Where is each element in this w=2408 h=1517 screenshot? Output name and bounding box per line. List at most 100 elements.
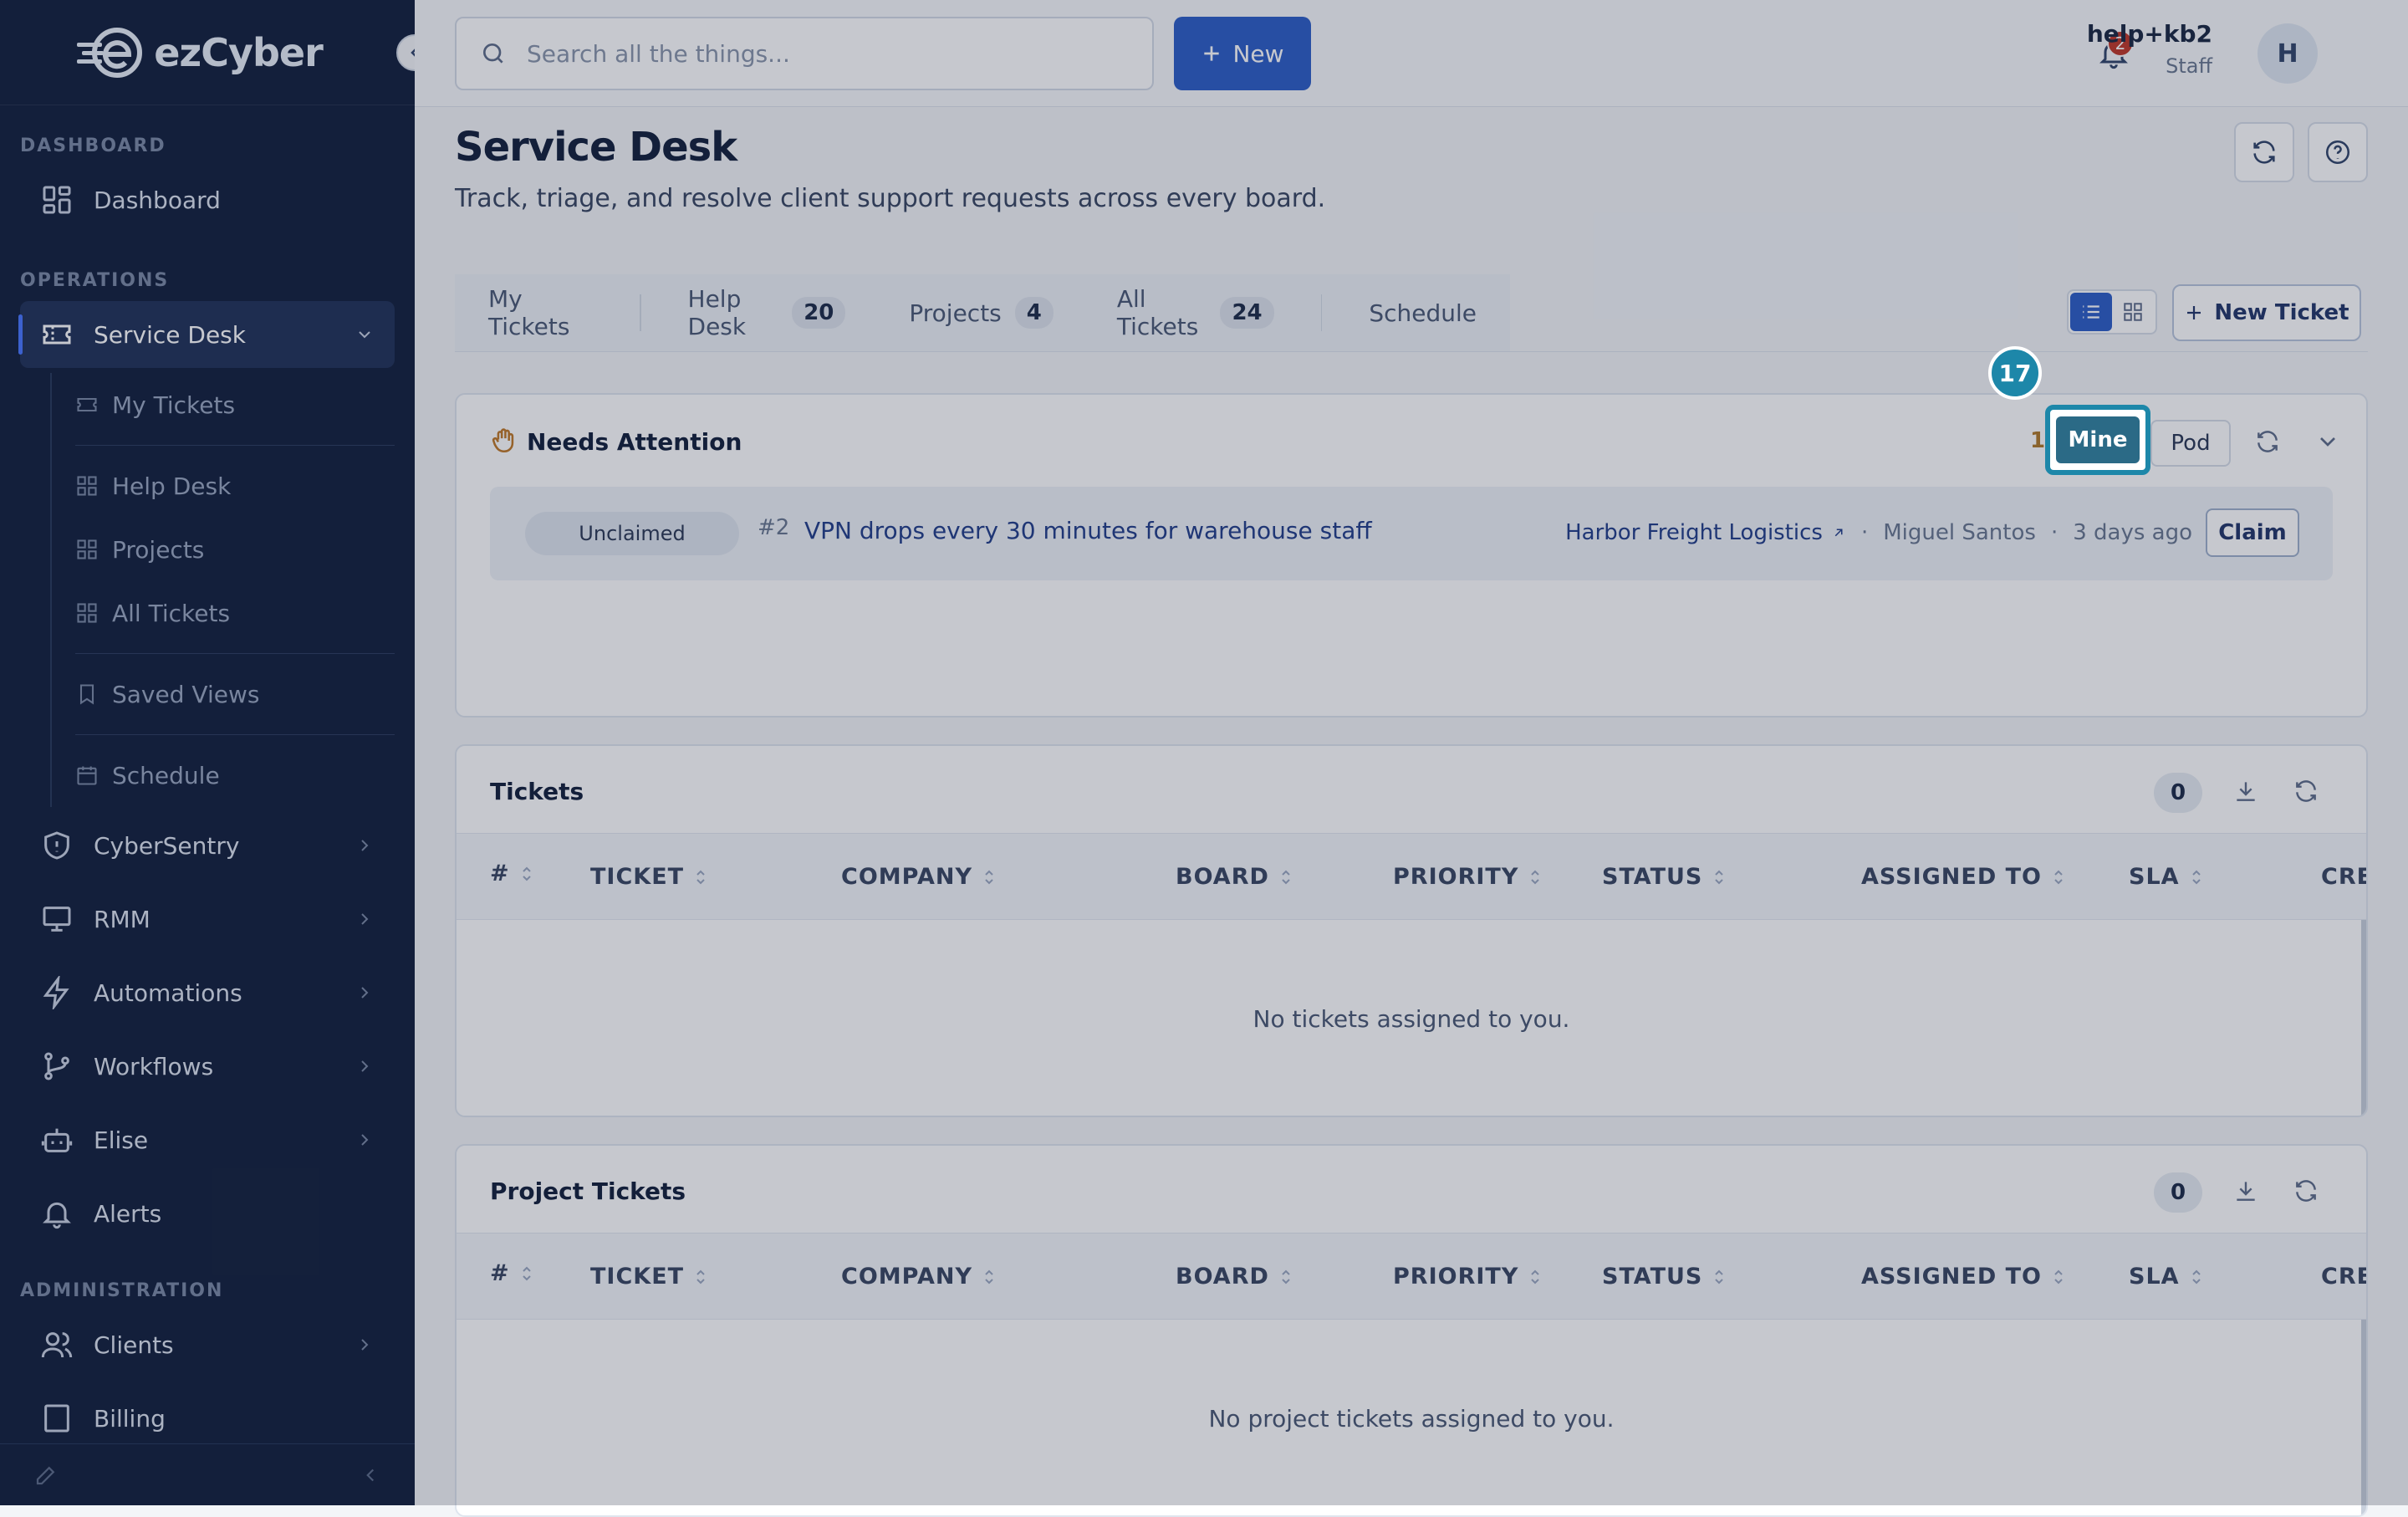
column-label: TICKET: [590, 1264, 685, 1290]
sidebar-item-automations[interactable]: Automations: [20, 959, 395, 1026]
column-header-priority[interactable]: PRIORITY: [1393, 864, 1542, 890]
ticket-title-link[interactable]: VPN drops every 30 minutes for warehouse…: [804, 517, 1372, 544]
edit-icon[interactable]: [33, 1463, 59, 1488]
grid-view-button[interactable]: [2112, 293, 2154, 331]
claim-button[interactable]: Claim: [2206, 508, 2299, 557]
column-header-ticket[interactable]: TICKET: [590, 1264, 707, 1290]
new-ticket-label: New Ticket: [2214, 300, 2349, 325]
tab-schedule[interactable]: Schedule: [1369, 274, 1477, 351]
column-header-company[interactable]: COMPANY: [841, 1264, 996, 1290]
chevron-right-icon: [361, 1339, 369, 1351]
tickets-table-header: # TICKET COMPANY BOARD PRIORITY STATUS A…: [457, 833, 2366, 920]
tickets-empty-message: No tickets assigned to you.: [1252, 1005, 1570, 1033]
column-header-board[interactable]: BOARD: [1176, 864, 1293, 890]
sidebar-item-elise[interactable]: Elise: [20, 1106, 395, 1173]
sidebar-item-rmm[interactable]: RMM: [20, 886, 395, 953]
refresh-page-button[interactable]: [2234, 122, 2294, 182]
divider: [75, 653, 395, 654]
tab-count: 20: [792, 297, 846, 329]
download-icon[interactable]: [2232, 778, 2259, 804]
sidebar-subitem-my-tickets[interactable]: My Tickets: [75, 373, 395, 437]
sidebar-subitem-schedule[interactable]: Schedule: [75, 743, 395, 807]
column-header-created[interactable]: CRE: [2321, 864, 2366, 890]
refresh-icon[interactable]: [2293, 778, 2319, 804]
sidebar-item-label: Billing: [94, 1404, 166, 1433]
sort-icon: [1531, 870, 1540, 884]
sidebar-subitem-projects[interactable]: Projects: [75, 518, 395, 581]
download-icon[interactable]: [2232, 1177, 2259, 1204]
attention-ticket-row[interactable]: Unclaimed #2 VPN drops every 30 minutes …: [490, 487, 2333, 580]
tab-label: All Tickets: [1116, 285, 1199, 340]
sidebar-item-label: Clients: [94, 1331, 174, 1359]
service-desk-tabs: My Tickets Help Desk 20 Projects 4 All Tic…: [455, 274, 1510, 351]
tab-label: My Tickets: [488, 285, 570, 340]
chevron-down-icon[interactable]: [2314, 428, 2341, 455]
horizontal-scroll-edge[interactable]: [2361, 1320, 2366, 1515]
column-header-status[interactable]: STATUS: [1602, 1264, 1726, 1290]
collapse-sidebar-button[interactable]: [396, 34, 415, 71]
column-header-ticket[interactable]: TICKET: [590, 864, 707, 890]
sidebar-subitem-saved-views[interactable]: Saved Views: [75, 662, 395, 726]
tab-label: Schedule: [1369, 299, 1477, 327]
tab-projects[interactable]: Projects 4: [909, 274, 1054, 351]
search-input[interactable]: Search all the things...: [455, 17, 1154, 90]
tab-my-tickets[interactable]: My Tickets: [488, 274, 593, 351]
divider: [75, 734, 395, 735]
help-button[interactable]: [2308, 122, 2368, 182]
project-tickets-empty-message: No project tickets assigned to you.: [1208, 1405, 1615, 1433]
column-header-number[interactable]: #: [490, 1260, 533, 1286]
workflow-icon: [44, 1052, 69, 1080]
refresh-icon[interactable]: [2293, 1177, 2319, 1204]
sidebar-subitem-label: Schedule: [112, 761, 220, 789]
column-header-board[interactable]: BOARD: [1176, 1264, 1293, 1290]
refresh-icon[interactable]: [2254, 428, 2281, 455]
sidebar-item-label: Alerts: [94, 1199, 162, 1228]
column-label: SLA: [2129, 1264, 2180, 1290]
column-header-assigned-to[interactable]: ASSIGNED TO: [1861, 1264, 2065, 1290]
sidebar-item-service-desk[interactable]: Service Desk: [18, 301, 395, 368]
column-header-sla[interactable]: SLA: [2129, 864, 2203, 890]
company-link[interactable]: Harbor Freight Logistics: [1565, 520, 1823, 545]
column-header-number[interactable]: #: [490, 861, 533, 886]
bookmark-icon: [79, 684, 94, 705]
tab-all-tickets[interactable]: All Tickets 24: [1117, 274, 1274, 351]
list-view-button[interactable]: [2070, 293, 2112, 331]
tab-help-desk[interactable]: Help Desk 20: [688, 274, 846, 351]
new-ticket-button[interactable]: New Ticket: [2172, 284, 2361, 341]
sidebar-subitem-all-tickets[interactable]: All Tickets: [75, 581, 395, 645]
column-header-company[interactable]: COMPANY: [841, 864, 996, 890]
column-header-sla[interactable]: SLA: [2129, 1264, 2203, 1290]
pod-filter-button[interactable]: Pod: [2150, 420, 2231, 467]
sort-icon: [1282, 1269, 1290, 1284]
new-button[interactable]: New: [1174, 17, 1311, 90]
sidebar-item-clients[interactable]: Clients: [20, 1311, 395, 1378]
column-header-created[interactable]: CRE: [2321, 1264, 2366, 1290]
sidebar-subitem-help-desk[interactable]: Help Desk: [75, 454, 395, 518]
sidebar-item-alerts[interactable]: Alerts: [20, 1180, 395, 1247]
bot-icon: [41, 1128, 73, 1152]
list-icon: [2083, 305, 2099, 319]
project-tickets-card: Project Tickets 0 # TICKET COMPANY BOARD…: [455, 1144, 2368, 1517]
sidebar-item-cybersentry[interactable]: CyberSentry: [20, 812, 395, 879]
section-label-operations: OPERATIONS: [20, 270, 170, 291]
page-title: Service Desk: [455, 124, 737, 171]
billing-icon: [44, 1404, 69, 1433]
sidebar-item-workflows[interactable]: Workflows: [20, 1033, 395, 1100]
column-header-priority[interactable]: PRIORITY: [1393, 1264, 1542, 1290]
sidebar-item-billing[interactable]: Billing: [20, 1385, 395, 1452]
column-header-assigned-to[interactable]: ASSIGNED TO: [1861, 864, 2065, 890]
dot-separator: ·: [2050, 520, 2059, 545]
sort-icon: [2191, 1269, 2201, 1284]
sidebar-item-dashboard[interactable]: Dashboard: [20, 166, 395, 233]
sort-icon: [1715, 870, 1724, 884]
highlighted-mine-button[interactable]: Mine: [2045, 405, 2150, 475]
sort-icon: [985, 1269, 993, 1284]
brand-logo[interactable]: ezCyber: [75, 26, 324, 79]
avatar[interactable]: H: [2258, 23, 2318, 84]
column-label: BOARD: [1176, 864, 1269, 890]
column-header-status[interactable]: STATUS: [1602, 864, 1726, 890]
chevron-left-icon[interactable]: [360, 1464, 381, 1486]
column-label: BOARD: [1176, 1264, 1269, 1290]
user-info[interactable]: help+kb2 Staff: [2087, 20, 2212, 78]
horizontal-scroll-edge[interactable]: [2361, 920, 2366, 1116]
